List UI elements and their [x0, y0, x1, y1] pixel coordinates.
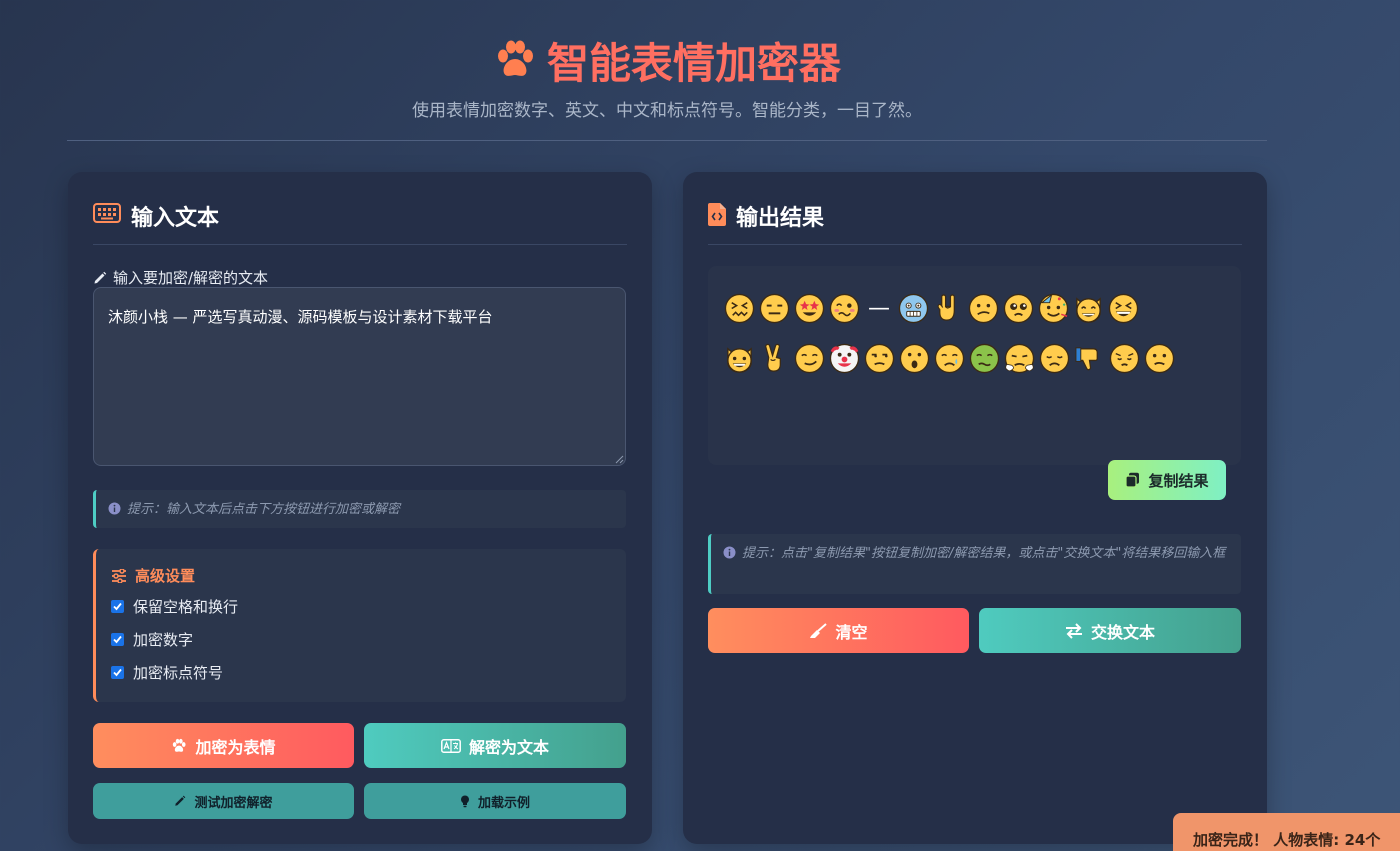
check-icon	[113, 635, 122, 644]
grinning-cat-icon	[727, 346, 752, 373]
test-encrypt-decrypt-button[interactable]: 测试加密解密	[93, 783, 354, 819]
lightbulb-icon	[460, 795, 469, 807]
copy-result-label: 复制结果	[1148, 471, 1209, 490]
option-encrypt-numbers[interactable]: 加密数字	[111, 629, 611, 650]
smiling-cat-icon	[1076, 296, 1101, 323]
swap-text-button-label: 交换文本	[1090, 622, 1155, 642]
output-panel-header: 输出结果	[708, 200, 1242, 245]
crying-face-icon	[934, 343, 965, 373]
confused-face-icon	[968, 293, 999, 323]
unamused-face-icon	[864, 343, 895, 373]
option-preserve-whitespace[interactable]: 保留空格和换行	[111, 596, 611, 617]
encrypt-button[interactable]: 加密为表情	[93, 723, 354, 768]
resize-grip-icon[interactable]	[614, 454, 624, 464]
slightly-confused-face-icon	[1144, 343, 1175, 373]
partying-face-icon	[1038, 293, 1069, 323]
output-hint-text: 提示：点击"复制结果"按钮复制加密/解密结果，或点击"交换文本"将结果移回输入框	[742, 546, 1226, 561]
hushed-face-icon	[899, 343, 930, 373]
pensive-face-icon	[1109, 343, 1140, 373]
copy-result-button[interactable]: 复制结果	[1108, 460, 1226, 500]
option-label: 加密标点符号	[133, 664, 224, 682]
input-hint: 提示：输入文本后点击下方按钮进行加密或解密	[93, 490, 626, 528]
pleading-face-icon	[1003, 293, 1034, 323]
smirking-face-icon	[794, 343, 825, 373]
output-hint: 提示：点击"复制结果"按钮复制加密/解密结果，或点击"交换文本"将结果移回输入框	[708, 534, 1241, 594]
status-toast: 加密完成！ 人物表情: 24个	[1173, 813, 1400, 851]
header-divider	[67, 140, 1267, 141]
copy-icon	[1125, 472, 1140, 488]
decrypt-button-label: 解密为文本	[468, 737, 549, 757]
page-header: 智能表情加密器 使用表情加密数字、英文、中文和标点符号。智能分类，一目了然。	[67, 30, 1267, 122]
emoji-output-line	[724, 333, 1225, 383]
advanced-settings: 高级设置 保留空格和换行 加密数字 加密标点符号	[93, 549, 626, 702]
steam-face-icon	[1004, 343, 1035, 373]
decrypt-button[interactable]: 解密为文本	[364, 723, 626, 768]
load-example-button-label: 加载示例	[477, 795, 530, 811]
check-icon	[113, 602, 122, 611]
sign-of-horns-icon	[937, 293, 955, 321]
emoji-output-line: —	[724, 283, 1225, 333]
info-icon	[108, 502, 121, 515]
paw-icon	[173, 738, 187, 752]
paw-icon	[497, 40, 533, 76]
input-panel-title: 输入文本	[131, 206, 220, 231]
keyboard-icon	[93, 203, 121, 223]
file-code-icon	[708, 203, 726, 226]
clown-face-icon	[829, 343, 860, 373]
option-encrypt-punctuation[interactable]: 加密标点符号	[111, 662, 611, 683]
squinting-face-icon	[1108, 293, 1139, 323]
input-field-label-text: 输入要加密/解密的文本	[113, 269, 269, 287]
em-dash-text: —	[868, 295, 890, 321]
sliders-icon	[112, 568, 126, 583]
clear-button[interactable]: 清空	[708, 608, 969, 653]
broom-icon	[810, 622, 828, 638]
expressionless-face-icon	[759, 293, 790, 323]
page-title: 智能表情加密器	[67, 30, 1267, 90]
confounded-face-icon	[724, 293, 755, 323]
checkbox-encrypt-numbers[interactable]	[111, 633, 124, 646]
disappointed-face-icon	[1039, 343, 1070, 373]
check-icon	[113, 668, 122, 677]
output-panel-title: 输出结果	[736, 206, 825, 231]
input-panel-header: 输入文本	[93, 200, 627, 245]
input-panel: 输入文本 输入要加密/解密的文本 沐颜小栈 — 严选写真动漫、源码模板与设计素材…	[68, 172, 652, 844]
cold-face-icon	[898, 293, 929, 323]
checkbox-encrypt-punctuation[interactable]	[111, 666, 124, 679]
encrypt-button-label: 加密为表情	[195, 737, 276, 757]
checkbox-preserve-whitespace[interactable]	[111, 600, 124, 613]
load-example-button[interactable]: 加载示例	[364, 783, 626, 819]
language-icon	[441, 738, 461, 753]
pencil-icon	[175, 795, 186, 806]
victory-hand-icon	[765, 343, 781, 372]
settings-title-text: 高级设置	[135, 567, 196, 585]
test-button-label: 测试加密解密	[194, 795, 273, 811]
option-label: 加密数字	[133, 631, 194, 649]
settings-title: 高级设置	[111, 565, 611, 586]
clear-button-label: 清空	[835, 622, 868, 642]
woozy-face-icon	[829, 293, 860, 323]
nauseated-face-icon	[969, 343, 1000, 373]
swap-text-button[interactable]: 交换文本	[979, 608, 1241, 653]
input-hint-text: 提示：输入文本后点击下方按钮进行加密或解密	[127, 502, 401, 517]
pencil-icon	[94, 271, 107, 283]
info-icon	[723, 546, 736, 559]
option-label: 保留空格和换行	[133, 598, 239, 616]
input-field-label: 输入要加密/解密的文本	[93, 267, 268, 288]
star-struck-face-icon	[794, 293, 825, 323]
thumbs-down-icon	[1075, 346, 1098, 370]
input-textarea[interactable]: 沐颜小栈 — 严选写真动漫、源码模板与设计素材下载平台	[93, 287, 626, 466]
output-panel: 输出结果 — 复制结果 提示：点击"复制结果"按钮复制加密/解密结果，或点击"交…	[683, 172, 1267, 844]
page-subtitle: 使用表情加密数字、英文、中文和标点符号。智能分类，一目了然。	[412, 101, 922, 121]
output-display[interactable]: —	[708, 266, 1241, 465]
swap-arrows-icon	[1065, 622, 1082, 639]
title-text: 智能表情加密器	[546, 38, 841, 88]
